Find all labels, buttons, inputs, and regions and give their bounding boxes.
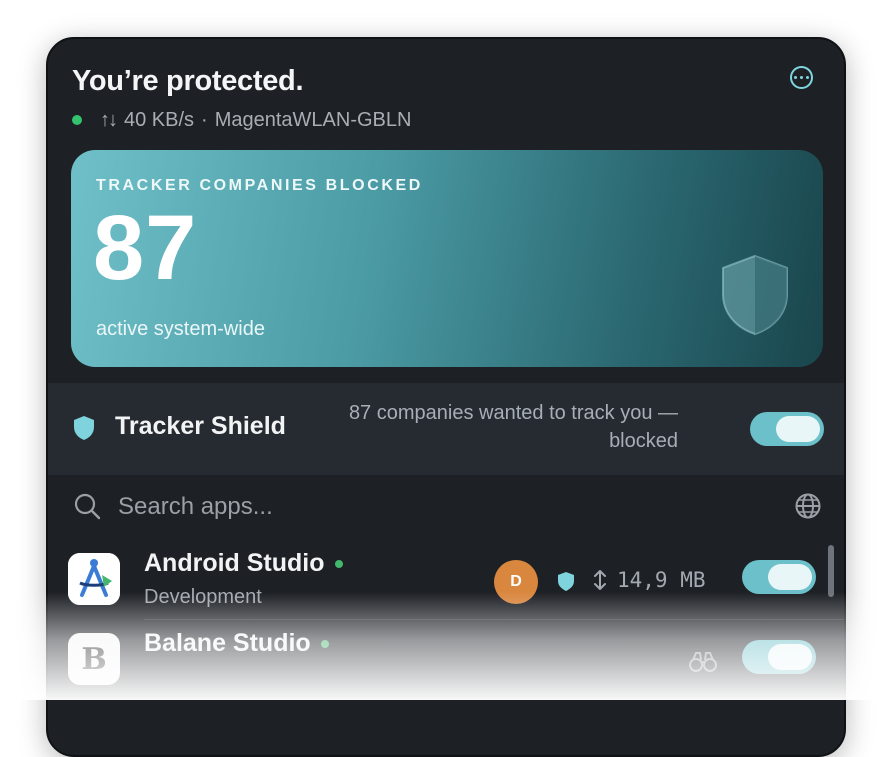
app-toggle[interactable] (742, 640, 816, 674)
app-row-balane-studio[interactable]: B Balane Studio (48, 619, 844, 699)
status-separator: · (201, 108, 208, 131)
binoculars-icon (689, 652, 717, 672)
tracker-shield-title: Tracker Shield (115, 412, 286, 440)
toggle-knob (768, 644, 812, 670)
search-bar (48, 475, 844, 539)
app-window: You’re protected. ↑↓ 40 KB/s · MagentaWL… (46, 37, 846, 757)
shield-icon (74, 416, 94, 440)
search-input[interactable] (116, 489, 720, 525)
page-title: You’re protected. (72, 65, 304, 97)
toggle-knob (776, 416, 820, 442)
more-options-button[interactable] (790, 66, 813, 89)
online-indicator (320, 639, 329, 648)
app-name: Balane Studio (144, 629, 329, 658)
search-icon (74, 493, 101, 520)
connected-dot-icon (72, 115, 82, 125)
connection-status: ↑↓ 40 KB/s · MagentaWLAN-GBLN (72, 108, 411, 132)
shield-icon (722, 254, 788, 336)
traffic-amount: 14,9 MB (593, 568, 706, 592)
tracker-shield-row: Tracker Shield 87 companies wanted to tr… (48, 383, 844, 475)
row-divider (144, 619, 844, 620)
up-down-arrows-icon: ↑↓ (100, 108, 118, 131)
network-name: MagentaWLAN-GBLN (214, 108, 412, 131)
android-studio-app-icon (68, 553, 120, 605)
toggle-knob (768, 564, 812, 590)
tracker-shield-description: 87 companies wanted to track you — block… (348, 402, 678, 452)
hero-label: TRACKER COMPANIES BLOCKED (96, 177, 423, 194)
tracker-shield-toggle[interactable] (750, 412, 824, 446)
tracker-summary-card: TRACKER COMPANIES BLOCKED 87 active syst… (71, 150, 823, 367)
avatar: D (494, 560, 538, 604)
app-name: Android Studio (144, 549, 343, 578)
balane-studio-app-icon: B (68, 633, 120, 685)
online-indicator (334, 559, 343, 568)
hero-subtitle: active system-wide (96, 318, 265, 340)
app-row-android-studio[interactable]: Android Studio Development D 14,9 MB (48, 539, 844, 619)
ellipsis-circle-icon (794, 76, 797, 79)
app-category: Development (144, 586, 262, 608)
up-down-arrows-icon (594, 570, 606, 590)
network-speed: 40 KB/s (124, 108, 195, 131)
shield-icon (558, 572, 574, 591)
compass-icon (68, 553, 120, 605)
globe-icon[interactable] (794, 492, 822, 520)
app-toggle[interactable] (742, 560, 816, 594)
blocked-count: 87 (93, 197, 198, 299)
scrollbar-thumb[interactable] (828, 545, 834, 597)
